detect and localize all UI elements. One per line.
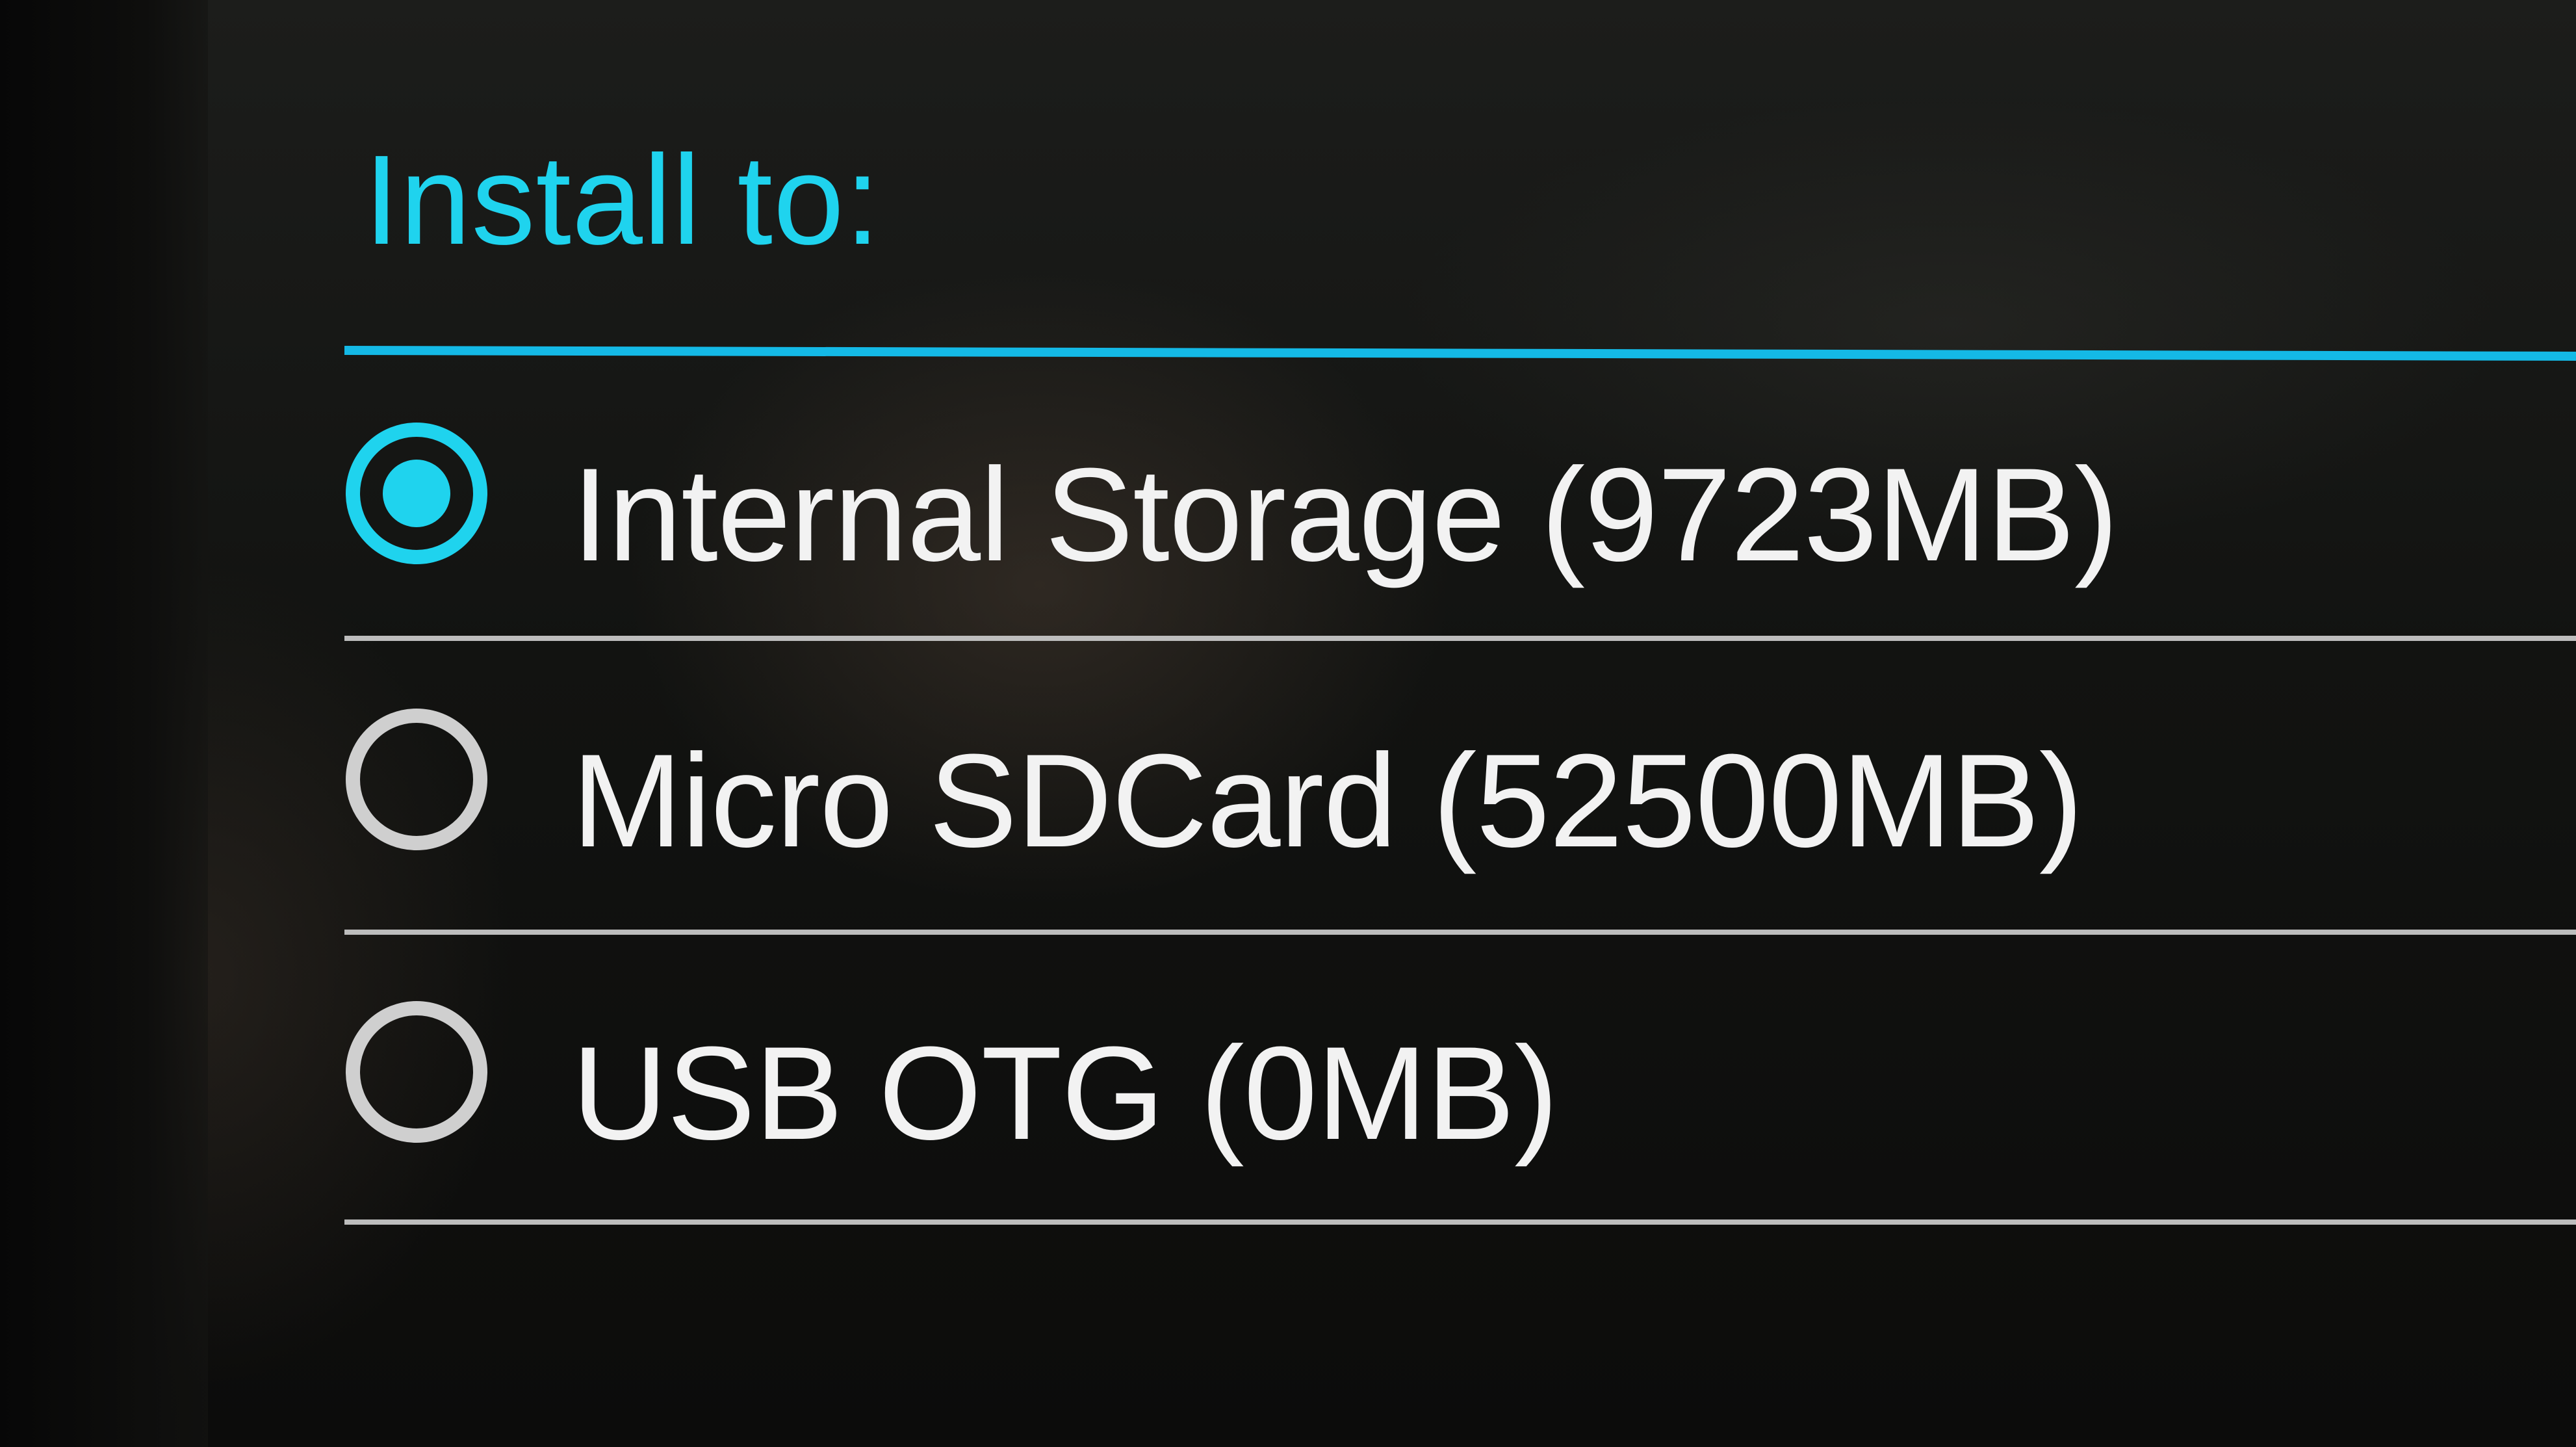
option-usb-otg[interactable]: USB OTG (0MB) bbox=[344, 930, 2576, 1225]
radio-dot bbox=[383, 460, 450, 527]
option-divider bbox=[344, 1219, 2576, 1225]
option-divider bbox=[344, 636, 2576, 641]
radio-selected-icon[interactable] bbox=[346, 423, 487, 564]
option-label: USB OTG (0MB) bbox=[572, 1019, 1558, 1167]
device-screen: Install to: Internal Storage (9723MB) Mi… bbox=[0, 0, 2576, 1447]
radio-unselected-icon[interactable] bbox=[346, 709, 487, 850]
radio-unselected-icon[interactable] bbox=[346, 1001, 487, 1143]
option-internal-storage[interactable]: Internal Storage (9723MB) bbox=[344, 358, 2576, 644]
install-location-dialog: Install to: Internal Storage (9723MB) Mi… bbox=[344, 0, 2576, 1447]
option-label: Micro SDCard (52500MB) bbox=[572, 727, 2083, 875]
option-label: Internal Storage (9723MB) bbox=[572, 441, 2119, 589]
dialog-title: Install to: bbox=[364, 129, 881, 271]
device-bezel bbox=[0, 0, 208, 1447]
option-micro-sdcard[interactable]: Micro SDCard (52500MB) bbox=[344, 644, 2576, 935]
